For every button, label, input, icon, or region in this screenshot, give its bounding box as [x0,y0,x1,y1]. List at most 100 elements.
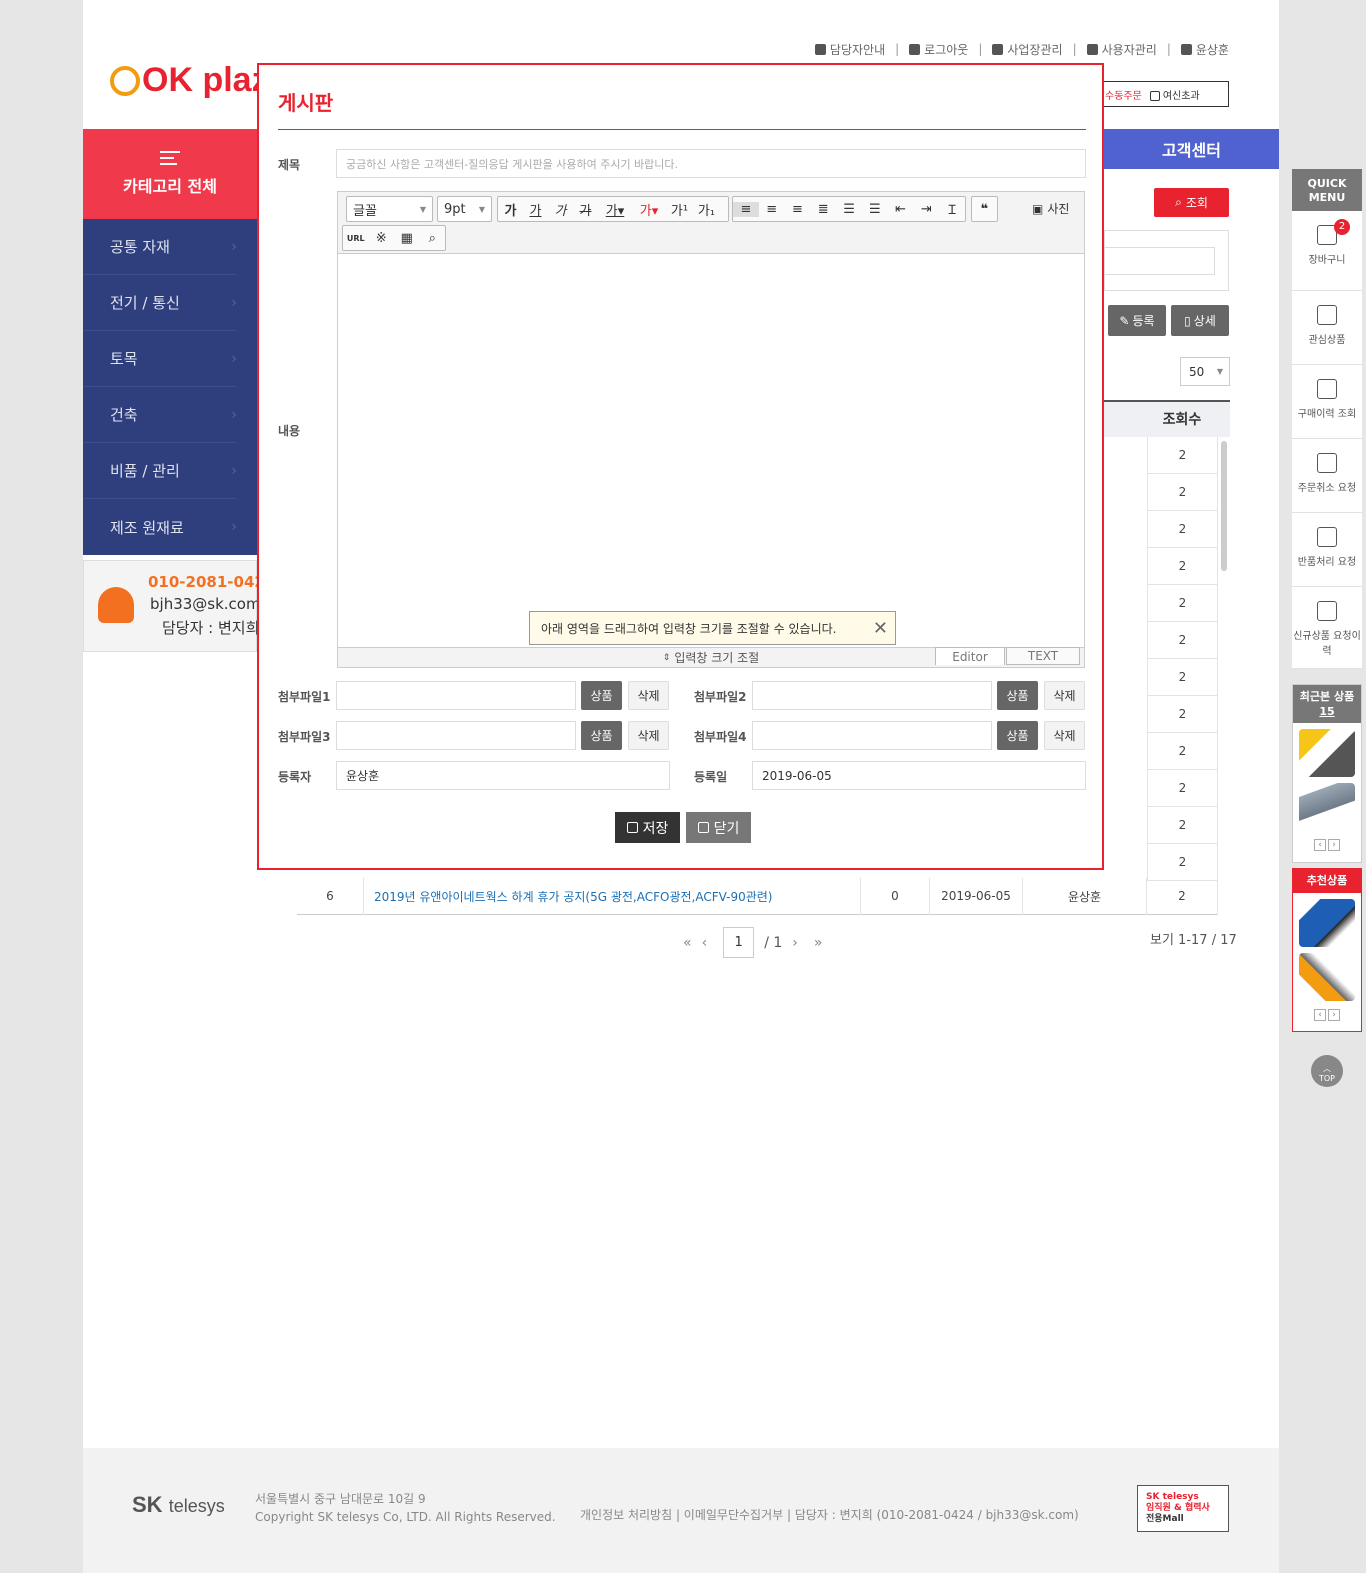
attach2-product-button[interactable]: 상품 [997,681,1038,710]
outdent-icon[interactable]: ⇤ [888,202,914,217]
text-mode-tab[interactable]: TEXT [1006,647,1080,665]
align-center-icon[interactable]: ≡ [759,202,785,217]
manager-info-link[interactable]: 담당자안내 [814,41,885,58]
support-agent-icon [98,587,134,623]
user-name-link[interactable]: 윤상훈 [1180,41,1229,58]
close-button[interactable]: 닫기 [686,812,751,843]
underline-icon[interactable]: 가 [523,200,548,219]
quick-wishlist[interactable]: 관심상품 [1292,291,1362,365]
indent-icon[interactable]: ⇥ [913,202,939,217]
align-left-icon[interactable]: ≡ [733,201,759,217]
employee-mall-banner[interactable]: SK telesys 임직원 & 협력사 전용Mall [1137,1485,1229,1532]
attach2-input[interactable] [752,681,992,710]
attach4-product-button[interactable]: 상품 [997,721,1038,750]
subject-input[interactable]: 궁금하신 사항은 고객센터-질의응답 게시판을 사용하여 주시기 바랍니다. [336,149,1086,178]
footer-links[interactable]: 개인정보 처리방침 | 이메일무단수집거부 | 담당자 : 변지희 (010-2… [580,1506,1079,1523]
category-common[interactable]: 공통 자재 [83,219,237,275]
product-thumbnail[interactable] [1299,729,1355,777]
strikethrough-icon[interactable]: 가 [573,200,598,219]
category-materials[interactable]: 제조 원재료 [83,499,237,555]
scroll-top-button[interactable]: ︿ TOP [1311,1055,1343,1087]
first-page-icon[interactable]: « [683,935,692,951]
quick-purchase-history[interactable]: 구매이력 조회 [1292,365,1362,439]
attach4-delete-button[interactable]: 삭제 [1044,721,1085,750]
last-page-icon[interactable]: » [814,935,823,951]
quick-cart[interactable]: 2 장바구니 [1292,211,1362,291]
bullet-list-icon[interactable]: ☰ [862,202,888,217]
prev-arrow-icon[interactable]: ‹ [1314,1009,1326,1021]
font-select[interactable]: 글꼴 ▼ [346,196,433,222]
date-field[interactable]: 2019-06-05 [752,761,1086,790]
insert-photo-button[interactable]: ▣ 사진 [1032,200,1069,217]
align-justify-icon[interactable]: ≣ [810,202,836,217]
special-char-icon[interactable]: ※ [369,231,395,246]
page-input[interactable]: 1 [723,927,755,958]
attach4-input[interactable] [752,721,992,750]
line-height-icon[interactable]: Ɪ [939,200,965,218]
row-title-link[interactable]: 2019년 유앤아이네트웍스 하계 휴가 공지(5G 광전,ACFO광전,ACF… [364,877,861,915]
row-comments: 0 [861,877,930,915]
site-manage-link[interactable]: 사업장관리 [992,41,1063,58]
category-civil[interactable]: 토목 [83,331,237,387]
quick-new-product[interactable]: 신규상품 요청이력 [1292,587,1362,669]
customer-center-tab[interactable]: 고객센터 [1104,129,1279,169]
ordered-list-icon[interactable]: ☰ [836,202,862,217]
editor-mode-tab[interactable]: Editor [935,647,1005,665]
per-page-select[interactable]: 50 ▼ [1180,357,1230,386]
writer-field[interactable]: 윤상훈 [336,761,670,790]
product-thumbnail[interactable] [1299,783,1355,831]
attach1-delete-button[interactable]: 삭제 [628,681,669,710]
attach2-delete-button[interactable]: 삭제 [1044,681,1085,710]
editor-content-area[interactable] [338,255,1084,647]
url-icon[interactable]: URL [343,234,369,243]
font-size-select[interactable]: 9pt ▼ [437,196,492,222]
quick-cancel-request[interactable]: 주문취소 요청 [1292,439,1362,513]
find-icon[interactable]: ⌕ [420,231,446,246]
contact-manager: 담당자 : 변지희 [162,619,260,637]
users-icon [1086,43,1098,55]
attach1-product-button[interactable]: 상품 [581,681,622,710]
category-building[interactable]: 건축 [83,387,237,443]
register-button[interactable]: ✎ 등록 [1108,305,1166,336]
next-arrow-icon[interactable]: › [1328,839,1340,851]
user-manage-link[interactable]: 사용자관리 [1086,41,1157,58]
highlight-icon[interactable]: 가▾ [632,200,666,219]
attach3-product-button[interactable]: 상품 [581,721,622,750]
manual-order-checkbox[interactable]: 수동주문 [1105,87,1142,102]
bold-icon[interactable]: 가 [498,200,523,219]
attach3-input[interactable] [336,721,576,750]
attach1-label: 첨부파일1 [278,690,331,704]
category-electric[interactable]: 전기 / 통신 [83,275,237,331]
all-categories-button[interactable]: 카테고리 전체 [83,129,257,219]
close-icon[interactable]: ✕ [873,618,888,639]
italic-icon[interactable]: 가 [548,200,573,219]
attach1-input[interactable] [336,681,576,710]
row-number: 6 [297,877,364,915]
next-arrow-icon[interactable]: › [1328,1009,1340,1021]
detail-button[interactable]: ▯ 상세 [1171,305,1229,336]
quick-return-request[interactable]: 반품처리 요청 [1292,513,1362,587]
chevron-up-icon: ︿ [1323,1064,1331,1073]
superscript-icon[interactable]: 가¹ [666,200,693,219]
category-supplies[interactable]: 비품 / 관리 [83,443,237,499]
save-button[interactable]: 저장 [615,812,680,843]
align-right-icon[interactable]: ≡ [785,202,811,217]
subscript-icon[interactable]: 가₁ [693,200,720,219]
attach3-delete-button[interactable]: 삭제 [628,721,669,750]
search-input[interactable] [1105,247,1215,275]
insert-group: URL ※ ▦ ⌕ [342,225,446,251]
table-row[interactable]: 6 2019년 유앤아이네트웍스 하계 휴가 공지(5G 광전,ACFO광전,A… [297,877,1217,915]
logout-link[interactable]: 로그아웃 [909,41,968,58]
recent-count[interactable]: 15 [1293,704,1361,719]
search-button[interactable]: ⌕ 조회 [1154,188,1229,217]
table-scrollbar[interactable] [1217,437,1230,915]
next-page-icon[interactable]: › [792,935,798,951]
prev-page-icon[interactable]: ‹ [702,935,708,951]
product-thumbnail[interactable] [1299,953,1355,1001]
quote-icon[interactable]: ❝ [972,202,997,217]
prev-arrow-icon[interactable]: ‹ [1314,839,1326,851]
font-color-icon[interactable]: 가▾ [598,200,632,219]
table-icon[interactable]: ▦ [394,231,420,246]
product-thumbnail[interactable] [1299,899,1355,947]
credit-exceed-checkbox[interactable]: 여신초과 [1149,87,1200,102]
